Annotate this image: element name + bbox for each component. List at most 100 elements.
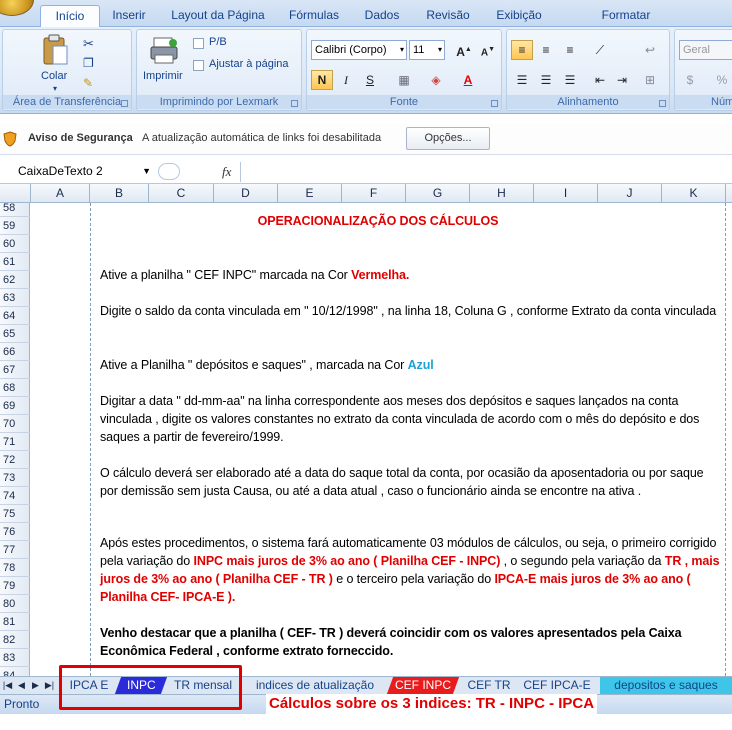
format-painter-icon[interactable]: ✎ xyxy=(83,76,93,90)
column-header[interactable]: K xyxy=(662,184,726,203)
formula-input[interactable] xyxy=(240,162,730,182)
copy-icon[interactable]: ❐ xyxy=(83,56,94,70)
row-header[interactable]: 75 xyxy=(0,505,30,523)
font-size-select[interactable]: 11 ▾ xyxy=(409,40,445,60)
row-header[interactable]: 64 xyxy=(0,307,30,325)
paste-icon[interactable] xyxy=(41,34,69,68)
prev-sheet-icon[interactable]: ◀ xyxy=(16,678,27,693)
row-header[interactable]: 73 xyxy=(0,469,30,487)
tab-formatar[interactable]: Formatar xyxy=(594,5,658,27)
sheet-tab-cef-tr[interactable]: CEF TR xyxy=(462,677,516,694)
sheet-tab-indices[interactable]: indices de atualização xyxy=(252,677,378,694)
column-header[interactable]: G xyxy=(406,184,470,203)
column-header[interactable]: I xyxy=(534,184,598,203)
column-header[interactable]: J xyxy=(598,184,662,203)
font-name-select[interactable]: Calibri (Corpo) ▾ xyxy=(311,40,407,60)
first-sheet-icon[interactable]: |◀ xyxy=(2,678,13,693)
column-header[interactable]: D xyxy=(214,184,278,203)
column-header[interactable]: B xyxy=(90,184,149,203)
cut-icon[interactable]: ✂ xyxy=(83,36,94,52)
align-right-icon[interactable]: ☰ xyxy=(559,70,581,90)
alignment-dialog-launcher[interactable] xyxy=(659,100,666,107)
row-header[interactable]: 67 xyxy=(0,361,30,379)
font-dialog-launcher[interactable] xyxy=(491,100,498,107)
align-bottom-icon[interactable]: ≡ xyxy=(559,40,581,60)
grow-font-icon[interactable]: A▲ xyxy=(453,40,475,60)
row-header[interactable]: 81 xyxy=(0,613,30,631)
tab-layout[interactable]: Layout da Página xyxy=(166,5,270,27)
merge-cells-icon[interactable]: ⊞ xyxy=(639,70,661,90)
column-header[interactable]: A xyxy=(31,184,90,203)
tab-exibicao[interactable]: Exibição xyxy=(488,5,550,27)
wrap-text-icon[interactable]: ↩ xyxy=(639,40,661,60)
number-format-select[interactable]: Geral xyxy=(679,40,732,60)
paste-dropdown-icon[interactable]: ▾ xyxy=(53,84,57,93)
print-dialog-launcher[interactable] xyxy=(291,100,298,107)
align-left-icon[interactable]: ☰ xyxy=(511,70,533,90)
formula-expand-icon[interactable] xyxy=(158,163,180,180)
align-center-icon[interactable]: ☰ xyxy=(535,70,557,90)
increase-indent-icon[interactable]: ⇥ xyxy=(611,70,633,90)
fill-color-icon[interactable]: ◈ xyxy=(425,70,447,90)
font-color-icon[interactable]: A xyxy=(457,70,479,90)
percent-icon[interactable]: % xyxy=(711,70,732,90)
row-header[interactable]: 66 xyxy=(0,343,30,361)
tab-formulas[interactable]: Fórmulas xyxy=(282,5,346,27)
borders-icon[interactable]: ▦ xyxy=(393,70,415,90)
printer-icon[interactable] xyxy=(149,36,179,66)
decrease-indent-icon[interactable]: ⇤ xyxy=(589,70,611,90)
chevron-down-icon[interactable]: ▼ xyxy=(142,162,151,180)
shrink-font-icon[interactable]: A▼ xyxy=(477,40,499,60)
row-header[interactable]: 71 xyxy=(0,433,30,451)
row-header[interactable]: 69 xyxy=(0,397,30,415)
sheet-tab-cef-ipca-e[interactable]: CEF IPCA-E xyxy=(522,677,592,694)
row-header[interactable]: 74 xyxy=(0,487,30,505)
row-header[interactable]: 77 xyxy=(0,541,30,559)
sheet-tab-depositos[interactable]: depositos e saques xyxy=(600,677,732,694)
office-button[interactable] xyxy=(0,0,34,16)
row-header[interactable]: 61 xyxy=(0,253,30,271)
underline-button[interactable]: S xyxy=(359,70,381,90)
row-header[interactable]: 70 xyxy=(0,415,30,433)
row-header[interactable]: 80 xyxy=(0,595,30,613)
fx-icon[interactable]: fx xyxy=(222,164,231,180)
currency-icon[interactable]: $ xyxy=(679,70,701,90)
paste-button[interactable]: Colar xyxy=(41,70,67,82)
row-header[interactable]: 62 xyxy=(0,271,30,289)
row-header[interactable]: 65 xyxy=(0,325,30,343)
clipboard-dialog-launcher[interactable] xyxy=(121,100,128,107)
row-header[interactable]: 68 xyxy=(0,379,30,397)
tab-revisao[interactable]: Revisão xyxy=(420,5,476,27)
row-header[interactable]: 76 xyxy=(0,523,30,541)
orientation-icon[interactable]: ⟋ xyxy=(589,40,611,60)
sheet-tab-cef-inpc[interactable]: CEF INPC xyxy=(386,677,460,694)
align-middle-icon[interactable]: ≡ xyxy=(535,40,557,60)
tab-inserir[interactable]: Inserir xyxy=(104,5,154,27)
column-header[interactable]: C xyxy=(149,184,214,203)
column-header[interactable]: E xyxy=(278,184,342,203)
options-button[interactable]: Opções... xyxy=(406,127,490,150)
print-button[interactable]: Imprimir xyxy=(143,70,183,82)
row-header[interactable]: 79 xyxy=(0,577,30,595)
name-box[interactable]: CaixaDeTexto 2 ▼ xyxy=(0,162,155,182)
fit-page-checkbox[interactable] xyxy=(193,60,204,71)
row-header[interactable]: 72 xyxy=(0,451,30,469)
italic-button[interactable]: I xyxy=(335,70,357,90)
align-top-icon[interactable]: ≡ xyxy=(511,40,533,60)
bold-button[interactable]: N xyxy=(311,70,333,90)
row-header[interactable]: 78 xyxy=(0,559,30,577)
row-header[interactable]: 83 xyxy=(0,649,30,667)
column-header[interactable]: F xyxy=(342,184,406,203)
column-header[interactable]: H xyxy=(470,184,534,203)
row-header[interactable]: 60 xyxy=(0,235,30,253)
tab-dados[interactable]: Dados xyxy=(356,5,408,27)
row-header[interactable]: 63 xyxy=(0,289,30,307)
row-header[interactable]: 59 xyxy=(0,217,30,235)
pb-checkbox[interactable] xyxy=(193,38,204,49)
last-sheet-icon[interactable]: ▶| xyxy=(44,678,55,693)
tab-inicio[interactable]: Início xyxy=(40,5,100,28)
row-header[interactable]: 82 xyxy=(0,631,30,649)
p6-text-e: e o terceiro pela variação do xyxy=(332,572,495,586)
next-sheet-icon[interactable]: ▶ xyxy=(30,678,41,693)
row-header[interactable]: 58 xyxy=(0,199,30,217)
